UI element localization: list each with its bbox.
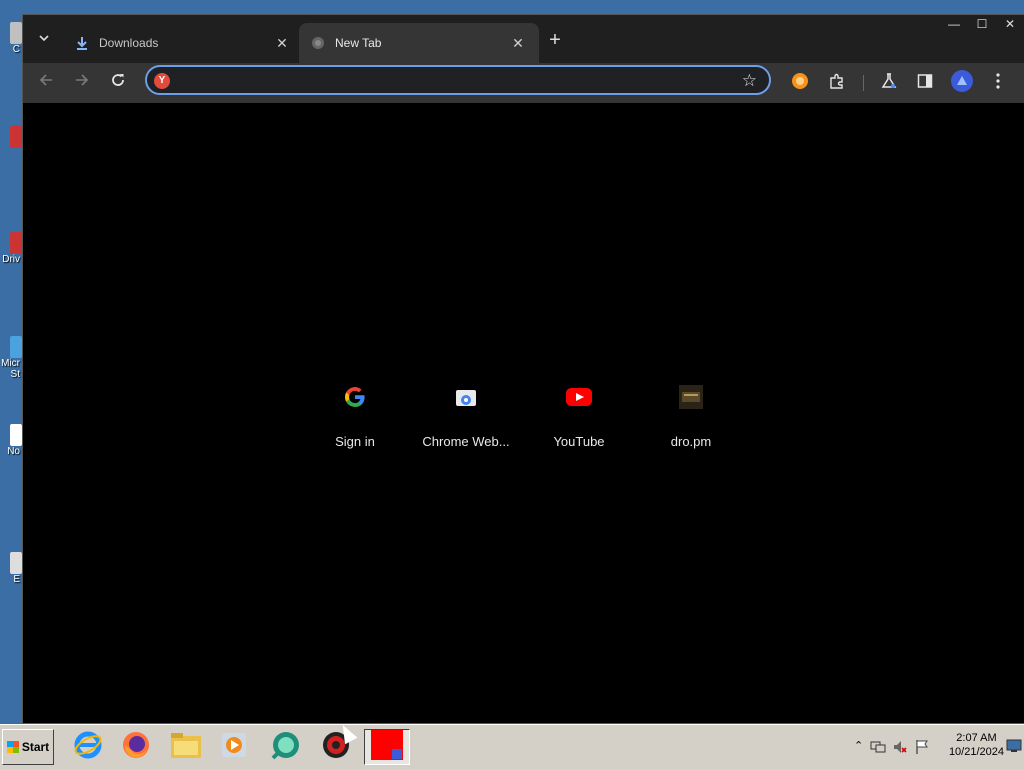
download-icon [75,36,89,50]
network-icon[interactable] [870,739,886,760]
desktop-app-icon [10,424,22,446]
desktop-icon[interactable]: Micr St [0,336,22,380]
show-desktop-icon[interactable] [1006,739,1022,758]
start-label: Start [21,740,50,754]
file-explorer-icon [170,731,202,764]
shortcut-label: dro.pm [670,434,712,449]
back-button[interactable] [34,71,58,95]
taskbar-app-green[interactable] [268,729,304,765]
desktop-app-icon [10,22,22,44]
arrow-right-icon [75,74,89,91]
desktop-app-icon [10,336,22,358]
show-hidden-icons-button[interactable]: ⌃ [854,739,863,752]
volume-muted-icon[interactable] [892,739,908,760]
browser-toolbar: Y ☆ [23,63,1024,103]
desktop-icon[interactable]: Driv [0,232,22,265]
minimize-button[interactable]: — [940,15,968,33]
puzzle-icon [829,73,845,93]
google-icon [331,373,379,421]
desktop-icon[interactable]: E [0,552,22,585]
firefox-icon [121,730,151,765]
browser-window: Downloads ✕ New Tab ✕ + — ☐ ✕ Y ☆ Sign i… [22,14,1024,724]
taskbar: Start ⌃ 2:07 AM 10/21/2024 [0,724,1024,769]
extension-button[interactable] [788,71,812,95]
arrow-left-icon [39,74,53,91]
new-tab-button[interactable]: + [543,29,567,53]
app-icon [271,730,301,765]
desktop-app-icon [10,126,22,148]
close-window-button[interactable]: ✕ [996,15,1024,33]
window-controls: — ☐ ✕ [940,15,1024,33]
shortcut-tile[interactable]: Chrome Web... [410,373,522,463]
desktop-icon[interactable]: C [0,22,22,55]
extensions-menu-button[interactable] [825,71,849,95]
bitcoin-extension-icon [792,73,808,93]
taskbar-app-internet-explorer[interactable] [70,729,106,765]
tab-search-button[interactable] [33,29,55,51]
browser-menu-button[interactable] [986,71,1010,95]
tab-strip: Downloads ✕ New Tab ✕ + — ☐ ✕ [23,15,1024,63]
clock[interactable]: 2:07 AM 10/21/2024 [949,731,1004,759]
chrome-window-icon [370,729,404,766]
media-player-icon [220,731,248,764]
reload-icon [111,74,125,91]
side-panel-icon [917,73,933,93]
action-center-flag-icon[interactable] [914,739,930,760]
shortcut-label: Chrome Web... [422,434,510,449]
tab-title: New Tab [335,36,382,50]
shortcut-label: Sign in [335,434,375,449]
youtube-icon [555,373,603,421]
clock-time: 2:07 AM [956,732,997,744]
windows-logo-icon [6,741,19,753]
profile-button[interactable] [950,70,974,96]
close-tab-button[interactable]: ✕ [509,34,527,52]
close-tab-button[interactable]: ✕ [273,34,291,52]
address-input[interactable] [179,71,733,91]
labs-button[interactable] [877,71,901,95]
chevron-down-icon [39,34,49,46]
address-bar[interactable]: Y ☆ [145,65,771,95]
clock-date: 10/21/2024 [948,746,1004,758]
desktop-app-icon [10,552,22,574]
start-button[interactable]: Start [2,729,54,765]
reload-button[interactable] [106,71,130,95]
shortcut-tile[interactable]: dro.pm [635,373,747,463]
desktop-icon[interactable]: No [0,424,22,457]
side-panel-button[interactable] [913,71,937,95]
search-engine-icon: Y [154,73,170,89]
shortcut-tile[interactable]: YouTube [523,373,635,463]
bookmark-star-icon[interactable]: ☆ [742,71,757,91]
tab-new-tab[interactable]: New Tab ✕ [299,23,539,63]
chrome-web-store-icon [442,373,490,421]
shortcut-label: YouTube [553,434,605,449]
dro-pm-icon [667,373,715,421]
avatar [951,70,973,96]
new-tab-page: Sign in Chrome Web... YouTube dro.pm [23,103,1024,723]
toolbar-divider [863,75,864,91]
desktop-app-icon [10,232,22,254]
flask-icon [881,73,897,93]
forward-button[interactable] [70,71,94,95]
taskbar-app-file-explorer[interactable] [168,729,204,765]
desktop-icon[interactable] [0,126,22,148]
globe-icon [311,36,325,50]
internet-explorer-icon [73,730,103,765]
maximize-button[interactable]: ☐ [968,15,996,33]
taskbar-app-browser[interactable] [364,729,410,765]
shortcut-tile[interactable]: Sign in [299,373,411,463]
taskbar-app-media-player[interactable] [216,729,252,765]
taskbar-app-firefox[interactable] [118,729,154,765]
system-tray: ⌃ 2:07 AM 10/21/2024 [848,729,1024,765]
tab-title: Downloads [99,36,159,50]
more-vertical-icon [996,73,1000,93]
tab-downloads[interactable]: Downloads ✕ [63,23,303,63]
